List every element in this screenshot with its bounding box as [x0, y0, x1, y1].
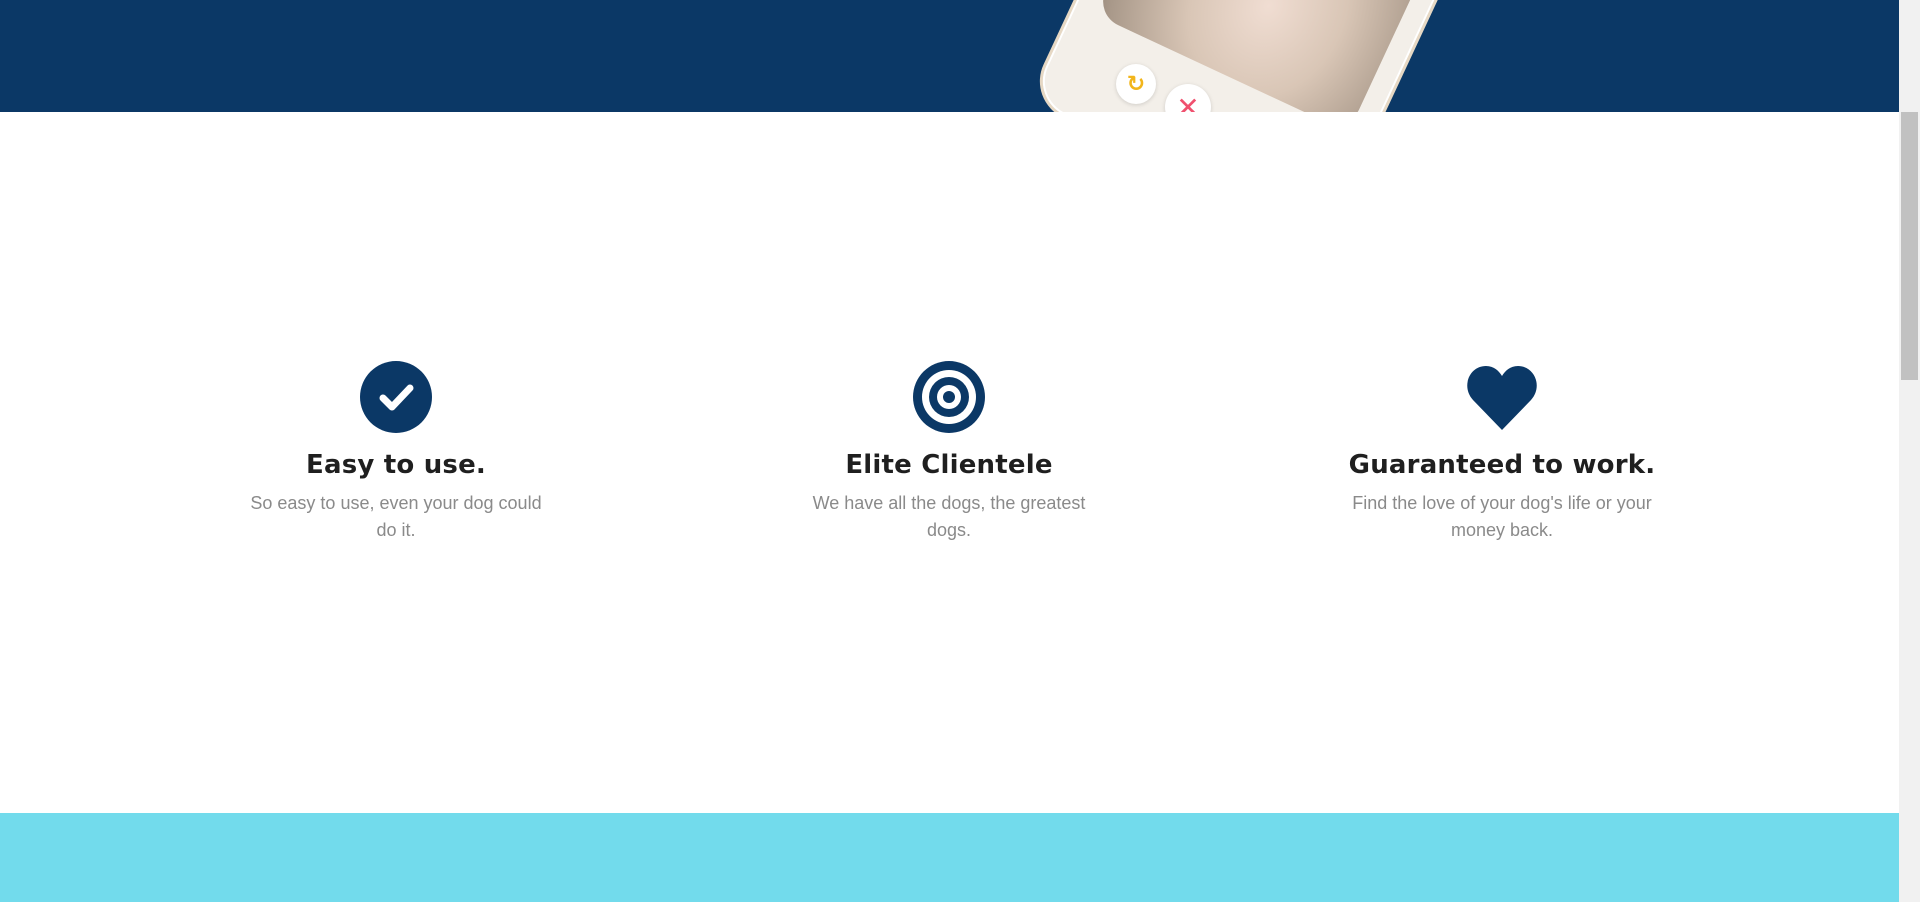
bullseye-icon	[913, 361, 985, 433]
feature-description: So easy to use, even your dog could do i…	[250, 493, 542, 540]
heart-icon	[1467, 366, 1537, 430]
feature-description: We have all the dogs, the greatest dogs.	[812, 493, 1086, 540]
page: ↻ ✕ Easy to use. So easy to use, even yo…	[0, 0, 1899, 902]
feature-description: Find the love of your dog's life or your…	[1352, 493, 1652, 540]
hero-section: ↻ ✕	[0, 0, 1899, 112]
feature-guaranteed: Guaranteed to work. Find the love of you…	[1312, 360, 1692, 544]
feature-title: Guaranteed to work.	[1348, 450, 1656, 480]
next-section-band	[0, 813, 1899, 902]
feature-title: Elite Clientele	[845, 450, 1053, 480]
page-scrollbar[interactable]	[1899, 0, 1920, 902]
phone-mockup	[1026, 0, 1504, 112]
scrollbar-thumb[interactable]	[1901, 112, 1918, 380]
features-section: Easy to use. So easy to use, even your d…	[0, 112, 1899, 812]
rewind-icon[interactable]: ↻	[1116, 64, 1156, 104]
feature-easy-to-use: Easy to use. So easy to use, even your d…	[206, 360, 586, 544]
feature-title: Easy to use.	[305, 450, 487, 480]
phone-frame	[1026, 0, 1504, 112]
feature-elite-clientele: Elite Clientele We have all the dogs, th…	[759, 360, 1139, 544]
checkmark-circle-icon	[360, 361, 432, 433]
